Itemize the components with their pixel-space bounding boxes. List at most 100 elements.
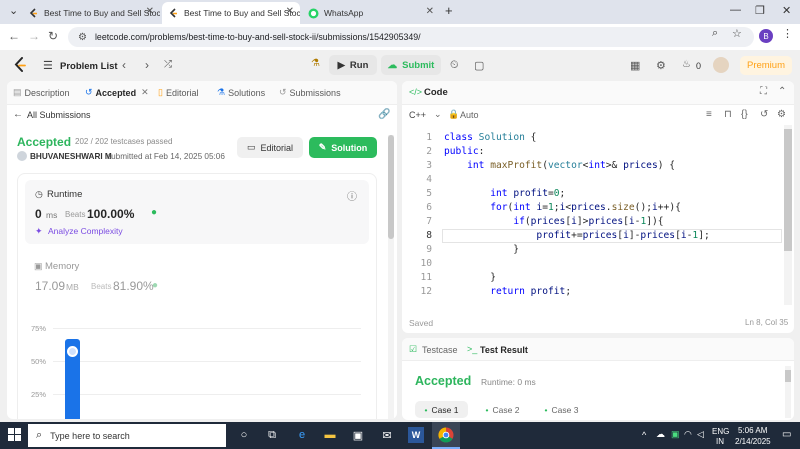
taskbar-search-box[interactable]: ⌕ Type here to search <box>28 424 226 447</box>
back-arrow-icon[interactable]: ← <box>13 109 23 120</box>
store-icon[interactable]: ▣ <box>350 427 366 443</box>
test-scrollbar-thumb[interactable] <box>785 370 791 382</box>
task-view-icon[interactable]: ⧉ <box>264 427 280 443</box>
tab-accepted[interactable]: ↺ Accepted ✕ <box>85 87 149 98</box>
debug-icon[interactable]: ⚗ <box>311 58 325 72</box>
windows-start-icon[interactable] <box>8 428 21 444</box>
back-icon[interactable]: ← <box>8 29 20 43</box>
format-icon[interactable]: ≡ <box>706 109 712 120</box>
share-link-icon[interactable]: 🔗 <box>378 109 390 120</box>
layout-icon[interactable]: ▦ <box>630 59 640 72</box>
close-tab-icon[interactable]: ✕ <box>426 6 434 17</box>
tab-submissions[interactable]: ↺ Submissions <box>279 87 341 98</box>
cloud-icon[interactable]: ☁ <box>656 429 665 440</box>
file-explorer-icon[interactable]: ▬ <box>322 427 338 443</box>
language-select[interactable]: C++ <box>409 110 426 120</box>
close-tab-icon[interactable]: ✕ <box>286 6 294 17</box>
fullscreen-icon[interactable]: ⛶ <box>760 86 767 97</box>
tray-chevron-up-icon[interactable]: ^ <box>642 430 646 440</box>
timer-icon[interactable]: ⏲ <box>450 59 459 72</box>
leetcode-logo-icon[interactable] <box>13 57 27 76</box>
solution-button[interactable]: ✎ Solution <box>309 137 377 158</box>
test-status: Accepted <box>415 374 472 388</box>
user-avatar[interactable] <box>713 57 729 73</box>
prev-problem-icon[interactable]: ‹ <box>122 58 126 72</box>
new-tab-icon[interactable]: + <box>445 3 453 18</box>
case-3-tab[interactable]: • Case 3 <box>535 401 588 418</box>
browser-tab-2[interactable]: Best Time to Buy and Sell Stock ✕ <box>162 2 300 24</box>
code-line: int maxProfit(vector<int>& prices) { <box>467 160 676 171</box>
user-avatar <box>17 151 27 161</box>
problem-list-link[interactable]: Problem List <box>60 61 118 72</box>
site-info-icon[interactable]: ⚙ <box>78 32 87 43</box>
input-language[interactable]: ENG <box>712 427 729 436</box>
tab-search-icon[interactable]: ⌄ <box>9 4 18 17</box>
wifi-icon[interactable]: ◠ <box>684 429 692 440</box>
code-editor[interactable]: class Solution { public: int maxProfit(v… <box>402 129 782 304</box>
premium-button[interactable]: Premium <box>740 56 792 75</box>
forward-icon[interactable]: → <box>28 29 40 43</box>
edge-icon[interactable]: e <box>294 427 310 443</box>
streak-fire-icon[interactable]: ♨ <box>682 59 691 70</box>
mail-icon[interactable]: ✉ <box>379 427 395 443</box>
clock-date[interactable]: 2/14/2025 <box>735 437 771 446</box>
info-icon[interactable]: ⓘ <box>347 188 357 203</box>
play-icon: ▶ <box>337 59 345 71</box>
notification-icon[interactable]: ▭ <box>782 429 791 440</box>
analyze-complexity-link[interactable]: Analyze Complexity <box>48 226 123 236</box>
reload-icon[interactable]: ↻ <box>48 29 58 43</box>
settings-gear-icon[interactable]: ⚙ <box>656 59 666 72</box>
tab-solutions[interactable]: ⚗ Solutions <box>217 87 265 98</box>
all-submissions-link[interactable]: All Submissions <box>27 110 91 120</box>
chevron-down-icon[interactable]: ⌄ <box>434 109 442 120</box>
tab-testcase[interactable]: Testcase <box>422 345 458 355</box>
run-button[interactable]: ▶ Run <box>329 55 377 75</box>
test-panel-header: ☑ Testcase >_ Test Result <box>402 338 794 361</box>
close-tab-icon[interactable]: ✕ <box>141 87 149 98</box>
braces-icon[interactable]: {} <box>741 109 748 120</box>
shuffle-icon[interactable]: ⤮ <box>164 59 172 70</box>
mode-label[interactable]: Auto <box>460 110 479 120</box>
submit-button[interactable]: ☁ Submit <box>381 55 441 75</box>
close-tab-icon[interactable]: ✕ <box>146 6 154 17</box>
volume-icon[interactable]: ◁ <box>697 429 704 440</box>
settings-icon[interactable]: ⚙ <box>777 109 786 120</box>
tab-editorial[interactable]: ▯ Editorial <box>158 87 198 98</box>
minimize-icon[interactable]: — <box>730 4 741 16</box>
browser-menu-icon[interactable]: ⋮ <box>782 27 793 40</box>
browser-tab-1[interactable]: Best Time to Buy and Sell Stock ✕ <box>22 2 160 24</box>
case-2-tab[interactable]: • Case 2 <box>476 401 529 418</box>
profile-avatar[interactable]: B <box>759 29 773 43</box>
reset-icon[interactable]: ↺ <box>760 109 768 120</box>
left-scrollbar-thumb[interactable] <box>388 135 394 239</box>
runtime-card[interactable]: ◷ Runtime ⓘ 0 ms Beats 100.00% ● ✦ Analy… <box>25 180 369 244</box>
tab-test-result[interactable]: Test Result <box>480 345 528 355</box>
tab-description[interactable]: ▤ Description <box>13 87 70 98</box>
input-region[interactable]: IN <box>716 437 724 446</box>
editor-scrollbar-thumb[interactable] <box>784 129 792 251</box>
case-1-tab[interactable]: • Case 1 <box>415 401 468 418</box>
code-line: profit+=prices[i]-prices[i-1]; <box>536 230 710 241</box>
clock-time[interactable]: 5:06 AM <box>738 426 767 435</box>
close-window-icon[interactable]: ✕ <box>782 4 791 17</box>
editorial-button[interactable]: ▭ Editorial <box>237 137 303 158</box>
collapse-icon[interactable]: ⌃ <box>778 86 786 97</box>
chrome-taskbar-button[interactable] <box>432 422 460 449</box>
address-bar[interactable]: ⚙ leetcode.com/problems/best-time-to-buy… <box>68 27 754 47</box>
bookmark-icon[interactable]: ⊓ <box>724 109 732 120</box>
word-icon[interactable]: W <box>408 427 424 443</box>
memory-label[interactable]: Memory <box>45 261 79 272</box>
next-problem-icon[interactable]: › <box>145 58 149 72</box>
browser-tab-2-label: Best Time to Buy and Sell Stock <box>184 8 300 18</box>
notes-icon[interactable]: ▢ <box>474 59 484 72</box>
zoom-icon[interactable]: ⌕ <box>712 27 718 40</box>
browser-toolbar: ← → ↻ ⚙ leetcode.com/problems/best-time-… <box>0 24 800 50</box>
security-icon[interactable]: ▣ <box>671 429 680 440</box>
cortana-icon[interactable]: ○ <box>236 427 252 443</box>
terminal-icon: >_ <box>467 344 478 354</box>
submitter-name[interactable]: BHUVANESHWARI M <box>30 152 112 161</box>
browser-tab-3[interactable]: WhatsApp ✕ <box>302 2 440 24</box>
windows-taskbar: ⌕ Type here to search ○ ⧉ e ▬ ▣ ✉ W ^ ☁ … <box>0 422 800 449</box>
bookmark-star-icon[interactable]: ☆ <box>732 27 742 40</box>
restore-icon[interactable]: ❐ <box>755 4 765 17</box>
